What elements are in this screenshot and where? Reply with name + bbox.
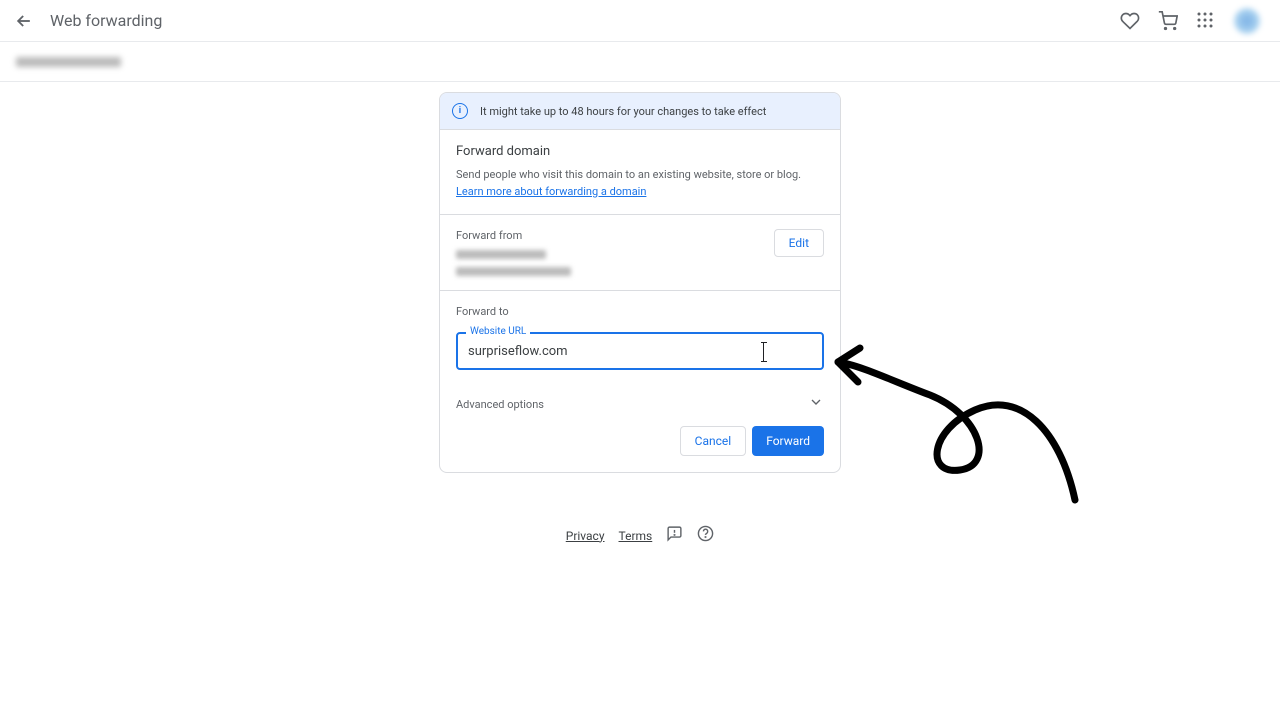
forward-from-domains: [456, 250, 571, 276]
text-cursor-icon: [763, 343, 764, 361]
forward-card: i It might take up to 48 hours for your …: [439, 92, 841, 473]
privacy-link[interactable]: Privacy: [566, 529, 605, 543]
forward-domain-desc-text: Send people who visit this domain to an …: [456, 168, 801, 181]
forward-to-label: Forward to: [456, 305, 824, 318]
sub-bar: [0, 42, 1280, 82]
chevron-down-icon: [808, 394, 824, 414]
forward-from-domain-redacted: [456, 250, 546, 259]
forward-domain-description: Send people who visit this domain to an …: [456, 167, 824, 200]
apps-grid-icon[interactable]: [1196, 11, 1216, 31]
footer: Privacy Terms: [0, 525, 1280, 546]
forward-domain-title: Forward domain: [456, 144, 824, 159]
info-icon: i: [452, 103, 468, 119]
forward-from-domain-redacted: [456, 267, 571, 276]
info-banner: i It might take up to 48 hours for your …: [440, 93, 840, 130]
cancel-button[interactable]: Cancel: [680, 426, 747, 456]
help-icon[interactable]: [697, 525, 714, 546]
cart-icon[interactable]: [1158, 11, 1178, 31]
terms-link[interactable]: Terms: [619, 529, 653, 543]
avatar[interactable]: [1234, 8, 1260, 34]
website-url-floating-label: Website URL: [466, 326, 530, 337]
forward-button[interactable]: Forward: [752, 426, 824, 456]
website-url-field[interactable]: Website URL: [456, 332, 824, 370]
learn-more-link[interactable]: Learn more about forwarding a domain: [456, 185, 646, 198]
info-text: It might take up to 48 hours for your ch…: [480, 105, 766, 118]
feedback-icon[interactable]: [666, 525, 683, 546]
domain-name-redacted: [16, 57, 121, 67]
advanced-options-label: Advanced options: [456, 398, 544, 411]
website-url-input[interactable]: [458, 344, 822, 359]
back-arrow-icon[interactable]: [12, 9, 36, 33]
page-title: Web forwarding: [50, 11, 162, 30]
top-bar: Web forwarding: [0, 0, 1280, 42]
heart-icon[interactable]: [1120, 11, 1140, 31]
advanced-options-toggle[interactable]: Advanced options: [440, 384, 840, 420]
forward-from-label: Forward from: [456, 229, 571, 242]
edit-button[interactable]: Edit: [774, 229, 824, 257]
